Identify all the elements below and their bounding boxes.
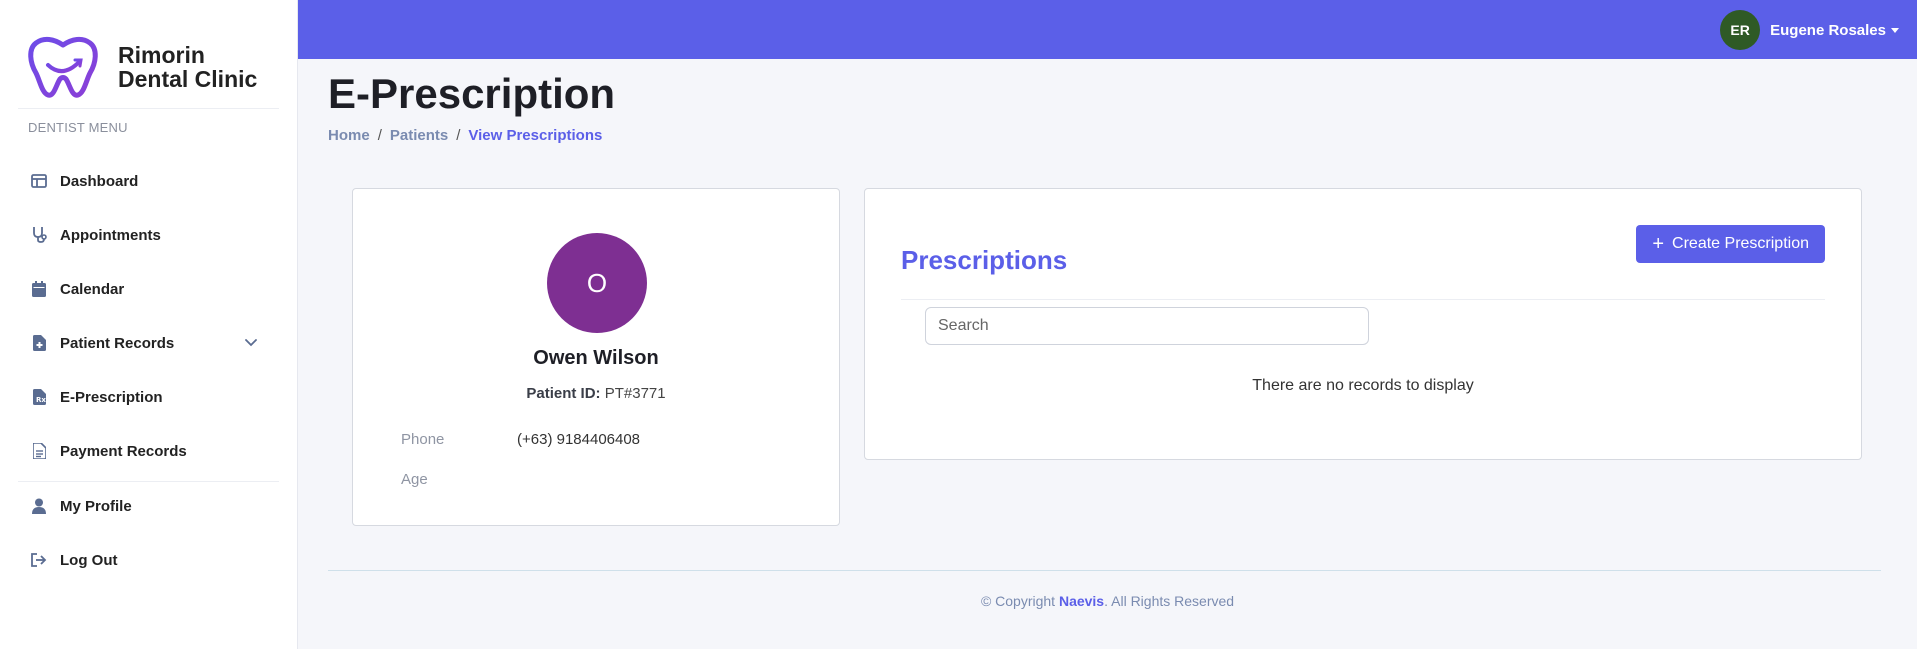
sidebar-item-log-out[interactable]: Log Out (30, 544, 260, 576)
footer-divider (328, 570, 1881, 571)
plus-icon: + (1652, 233, 1665, 255)
patient-id: Patient ID: PT#3771 (353, 385, 839, 402)
patient-id-value: PT#3771 (604, 385, 666, 402)
sidebar-item-label: My Profile (60, 497, 132, 515)
create-prescription-label: Create Prescription (1672, 235, 1809, 252)
tooth-logo-icon (28, 36, 98, 98)
sidebar-item-label: Log Out (60, 551, 118, 569)
sidebar-item-appointments[interactable]: Appointments (30, 219, 260, 251)
avatar: ER (1720, 10, 1761, 50)
sidebar-item-label: E-Prescription (60, 388, 163, 406)
page-title: E-Prescription (328, 70, 616, 117)
sidebar-item-label: Dashboard (60, 172, 139, 190)
divider (18, 481, 279, 482)
sidebar-item-label: Patient Records (60, 334, 175, 352)
caret-down-icon (1891, 27, 1899, 33)
phone-label: Phone (401, 431, 445, 448)
patient-name: Owen Wilson (533, 347, 659, 369)
brand[interactable]: Rimorin Dental Clinic (0, 0, 297, 108)
footer-brand: Naevis (1058, 593, 1105, 609)
footer: © Copyright Naevis. All Rights Reserved (298, 593, 1917, 609)
file-medical-icon (30, 334, 48, 352)
sidebar-item-label: Appointments (60, 226, 161, 244)
sidebar-item-e-prescription[interactable]: Rx E-Prescription (30, 381, 260, 413)
user-icon (30, 497, 48, 515)
sidebar-item-dashboard[interactable]: Dashboard (30, 165, 260, 197)
breadcrumb-current: View Prescriptions (468, 127, 603, 144)
sidebar-item-patient-records[interactable]: Patient Records (30, 327, 260, 359)
user-name: Eugene Rosales (1770, 21, 1886, 39)
search-input[interactable] (925, 307, 1369, 345)
logout-icon (30, 551, 48, 569)
stethoscope-icon (30, 226, 48, 244)
divider (18, 108, 279, 109)
document-icon (30, 442, 48, 460)
svg-text:Rx: Rx (36, 396, 46, 404)
phone-value: (+63) 9184406408 (517, 431, 641, 448)
sidebar-item-label: Calendar (60, 280, 125, 298)
user-menu[interactable]: ER Eugene Rosales (1720, 10, 1899, 50)
topbar: ER Eugene Rosales (298, 0, 1917, 59)
empty-state-message: There are no records to display (1252, 377, 1474, 394)
sidebar-item-label: Payment Records (60, 442, 187, 460)
patient-avatar: O (547, 233, 647, 333)
menu-heading: DENTIST MENU (28, 120, 128, 135)
chevron-down-icon[interactable] (244, 336, 258, 350)
brand-name: Rimorin Dental Clinic (118, 42, 258, 92)
breadcrumb-home[interactable]: Home (328, 127, 370, 144)
create-prescription-button[interactable]: + Create Prescription (1636, 225, 1825, 263)
prescription-icon: Rx (30, 388, 48, 406)
patient-card: O Owen Wilson Patient ID: PT#3771 Phone … (352, 188, 840, 526)
breadcrumb: Home / Patients / View Prescriptions (328, 127, 602, 144)
patient-id-label: Patient ID: (526, 385, 601, 402)
divider (901, 299, 1825, 300)
age-label: Age (401, 471, 428, 488)
sidebar: Rimorin Dental Clinic DENTIST MENU Dashb… (0, 0, 298, 649)
breadcrumb-patients[interactable]: Patients (390, 127, 448, 144)
footer-suffix: . All Rights Reserved (1104, 593, 1235, 609)
footer-prefix: © Copyright (980, 593, 1059, 609)
sidebar-item-my-profile[interactable]: My Profile (30, 490, 260, 522)
sidebar-item-calendar[interactable]: Calendar (30, 273, 260, 305)
prescriptions-title: Prescriptions (901, 245, 1068, 275)
breadcrumb-separator: / (456, 127, 461, 144)
calendar-icon (30, 280, 48, 298)
sidebar-item-payment-records[interactable]: Payment Records (30, 435, 260, 467)
prescriptions-card: Prescriptions + Create Prescription Ther… (864, 188, 1862, 460)
dashboard-icon (30, 172, 48, 190)
breadcrumb-separator: / (377, 127, 382, 144)
